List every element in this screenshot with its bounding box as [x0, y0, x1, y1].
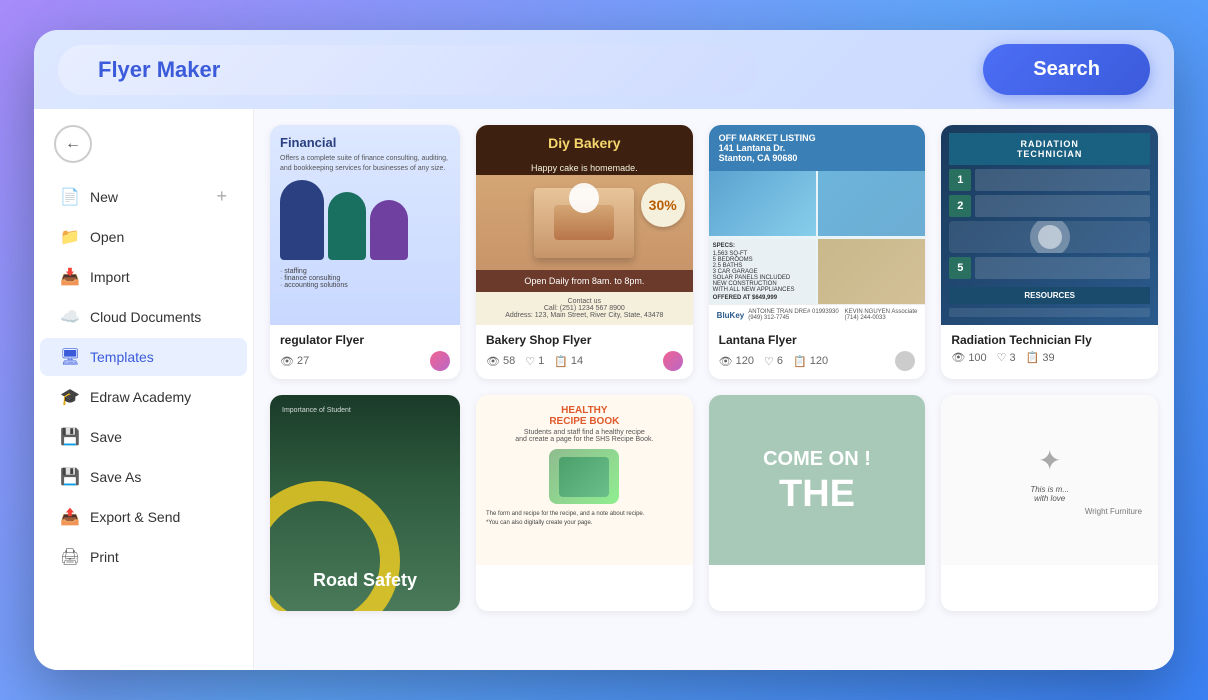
- sidebar-label-academy: Edraw Academy: [90, 389, 191, 405]
- copies-icon: 📋: [554, 355, 568, 368]
- template-card-lantana[interactable]: OFF MARKET LISTING 141 Lantana Dr. Stant…: [709, 125, 926, 379]
- card-footer-lantana: Lantana Flyer 👁120 ♡6 📋120: [709, 325, 926, 379]
- card-stats: 👁27: [280, 351, 450, 371]
- sidebar-item-academy[interactable]: 🎓 Edraw Academy: [40, 378, 247, 416]
- sidebar-item-export[interactable]: 📤 Export & Send: [40, 498, 247, 536]
- views-icon: 👁: [951, 351, 965, 364]
- importance-text: Importance of Student: [282, 407, 351, 414]
- bakery-open-hours: Open Daily from 8am. to 8pm.: [476, 270, 693, 292]
- print-icon: 🖨: [60, 547, 80, 567]
- open-icon: 📁: [60, 227, 80, 247]
- copies-icon: 📋: [793, 355, 807, 368]
- sidebar-item-cloud[interactable]: ☁️ Cloud Documents: [40, 298, 247, 336]
- copies-icon: 📋: [1026, 351, 1040, 364]
- template-card-financial-partial[interactable]: Financial Offers a complete suite of fin…: [270, 125, 460, 379]
- template-card-wright[interactable]: ✦ This is m...with love Wright Furniture: [941, 395, 1158, 611]
- recipe-title: HEALTHYRECIPE BOOK: [486, 405, 683, 427]
- app-title: Flyer Maker: [58, 45, 758, 95]
- save-icon: 💾: [60, 427, 80, 447]
- cloud-icon: ☁️: [60, 307, 80, 327]
- app-container: Flyer Maker Search ← 📄 New + 📁 Open 📥 Im…: [34, 30, 1174, 670]
- discount-badge: 30%: [641, 183, 685, 227]
- recipe-body: The form and recipe for the recipe, and …: [486, 510, 683, 528]
- add-icon: +: [216, 186, 227, 207]
- saveas-icon: 💾: [60, 467, 80, 487]
- card-footer-radiation: Radiation Technician Fly 👁100 ♡3 📋39: [941, 325, 1158, 372]
- main-area: ← 📄 New + 📁 Open 📥 Import ☁️ Cloud Docum…: [34, 109, 1174, 670]
- sidebar-item-import[interactable]: 📥 Import: [40, 258, 247, 296]
- road-safety-text: Road Safety: [313, 570, 417, 591]
- template-card-recipe[interactable]: HEALTHYRECIPE BOOK Students and staff fi…: [476, 395, 693, 611]
- sidebar: ← 📄 New + 📁 Open 📥 Import ☁️ Cloud Docum…: [34, 109, 254, 670]
- back-button[interactable]: ←: [54, 125, 92, 163]
- sidebar-item-templates[interactable]: 🖥 Templates: [40, 338, 247, 376]
- wright-logo-icon: ✦: [1038, 444, 1061, 477]
- templates-icon: 🖥: [60, 347, 80, 367]
- card-footer-bakery: Bakery Shop Flyer 👁58 ♡1 📋14: [476, 325, 693, 379]
- comeon-text: COME ON !: [763, 448, 871, 471]
- sidebar-label-import: Import: [90, 269, 130, 285]
- the-text: THE: [779, 475, 855, 513]
- sidebar-item-saveas[interactable]: 💾 Save As: [40, 458, 247, 496]
- card-stats-radiation: 👁100 ♡3 📋39: [951, 351, 1148, 364]
- sidebar-label-saveas: Save As: [90, 469, 141, 485]
- avatar: [663, 351, 683, 371]
- sidebar-label-new: New: [90, 189, 118, 205]
- card-footer-financial: regulator Flyer 👁27: [270, 325, 460, 379]
- template-card-bakery[interactable]: Diy Bakery Happy cake is homemade. 30% O…: [476, 125, 693, 379]
- content-area[interactable]: Financial Offers a complete suite of fin…: [254, 109, 1174, 670]
- template-card-roadsafety[interactable]: Importance of Student Road Safety: [270, 395, 460, 611]
- likes-icon: ♡: [525, 355, 535, 368]
- avatar: [895, 351, 915, 371]
- recipe-image: [549, 449, 619, 504]
- template-card-comeon[interactable]: COME ON ! THE: [709, 395, 926, 611]
- header: Flyer Maker Search: [34, 30, 1174, 109]
- road-arc: [270, 481, 400, 611]
- sidebar-item-save[interactable]: 💾 Save: [40, 418, 247, 456]
- export-icon: 📤: [60, 507, 80, 527]
- template-card-radiation[interactable]: RADIATIONTECHNICIAN 1 2: [941, 125, 1158, 379]
- sidebar-label-open: Open: [90, 229, 124, 245]
- card-title-lantana: Lantana Flyer: [719, 333, 916, 347]
- bakery-contact: Contact us Call: (251) 1234 567 8900 Add…: [476, 292, 693, 325]
- card-title: regulator Flyer: [280, 333, 450, 347]
- views-icon: 👁: [719, 355, 733, 368]
- academy-icon: 🎓: [60, 387, 80, 407]
- sidebar-item-print[interactable]: 🖨 Print: [40, 538, 247, 576]
- sidebar-label-templates: Templates: [90, 349, 154, 365]
- wright-tagline: This is m...with love: [1030, 485, 1069, 503]
- avatar: [430, 351, 450, 371]
- sidebar-label-cloud: Cloud Documents: [90, 309, 201, 325]
- sidebar-item-new[interactable]: 📄 New +: [40, 177, 247, 216]
- views-icon: 👁: [486, 355, 500, 368]
- sidebar-label-print: Print: [90, 549, 119, 565]
- bakery-header: Diy Bakery: [476, 125, 693, 161]
- import-icon: 📥: [60, 267, 80, 287]
- sidebar-label-save: Save: [90, 429, 122, 445]
- card-stats-lantana: 👁120 ♡6 📋120: [719, 351, 916, 371]
- views-icon: 👁: [280, 355, 294, 368]
- search-button[interactable]: Search: [983, 44, 1150, 95]
- card-title-radiation: Radiation Technician Fly: [951, 333, 1148, 347]
- new-icon: 📄: [60, 187, 80, 207]
- sidebar-label-export: Export & Send: [90, 509, 180, 525]
- likes-icon: ♡: [764, 355, 774, 368]
- sidebar-item-open[interactable]: 📁 Open: [40, 218, 247, 256]
- card-title-bakery: Bakery Shop Flyer: [486, 333, 683, 347]
- card-stats-bakery: 👁58 ♡1 📋14: [486, 351, 683, 371]
- likes-icon: ♡: [997, 351, 1007, 364]
